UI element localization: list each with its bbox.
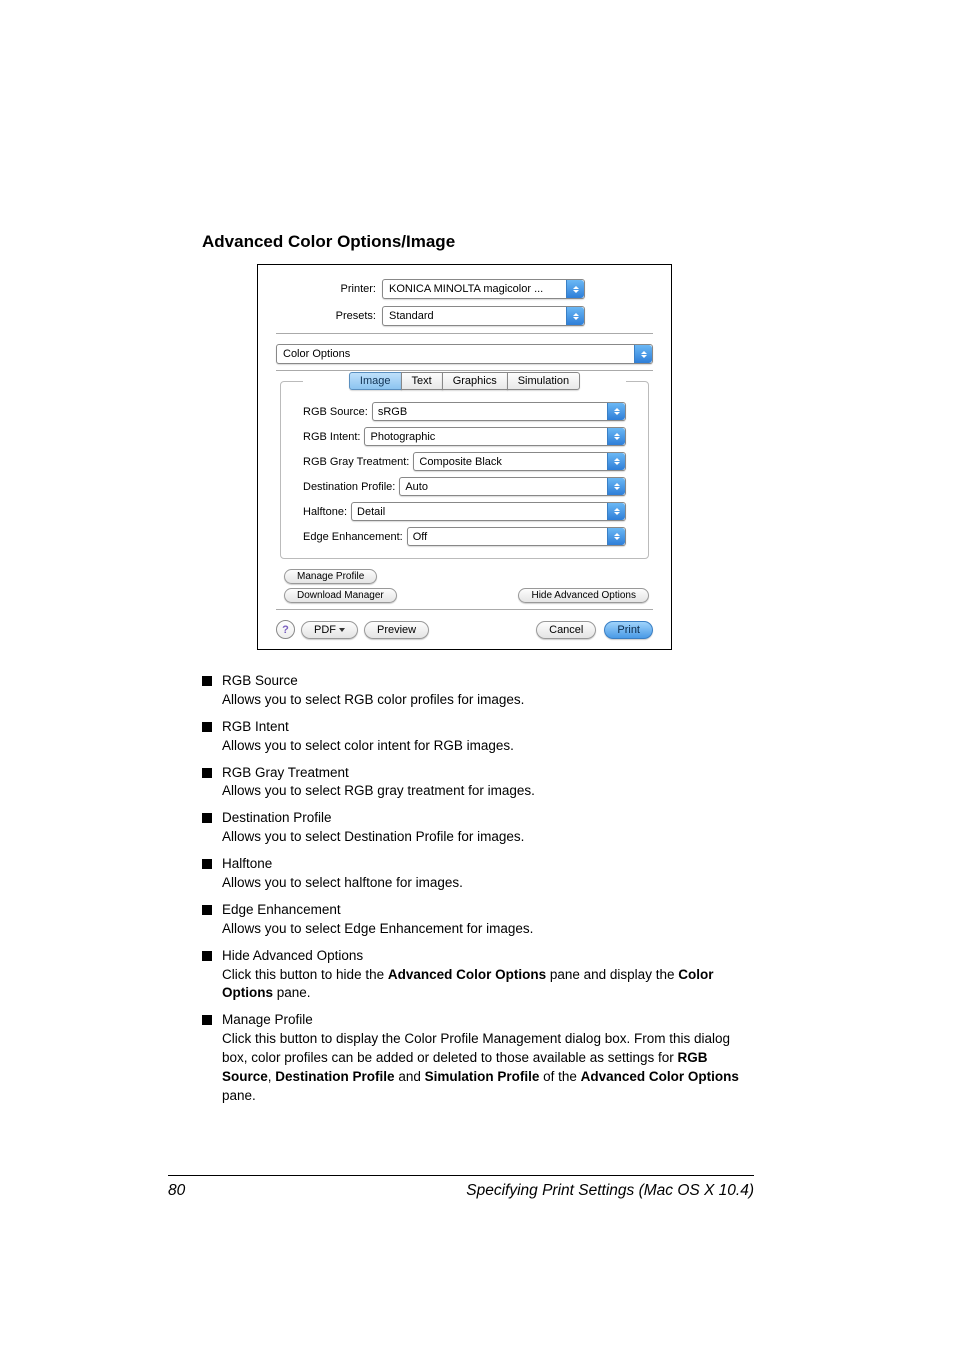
divider — [276, 370, 653, 371]
dropdown-arrows-icon — [607, 503, 625, 520]
list-item: RGB Source Allows you to select RGB colo… — [202, 672, 755, 710]
item-desc: Allows you to select RGB color profiles … — [222, 692, 524, 707]
bullet-icon — [202, 859, 212, 869]
list-item: Hide Advanced Options Click this button … — [202, 947, 755, 1004]
item-title: RGB Source — [222, 672, 755, 691]
list-item: Destination Profile Allows you to select… — [202, 809, 755, 847]
rgb-source-combo[interactable]: sRGB — [372, 402, 626, 421]
presets-value: Standard — [389, 310, 434, 322]
printer-combo[interactable]: KONICA MINOLTA magicolor ... — [382, 279, 585, 299]
color-options-panel: Image Text Graphics Simulation RGB Sourc… — [280, 381, 649, 559]
dropdown-arrows-icon — [607, 453, 625, 470]
dropdown-arrows-icon — [607, 478, 625, 495]
rgb-gray-label: RGB Gray Treatment: — [303, 456, 413, 468]
item-title: Edge Enhancement — [222, 901, 755, 920]
item-desc: Click this button to hide the Advanced C… — [222, 967, 713, 1001]
tab-text[interactable]: Text — [401, 372, 443, 390]
help-button[interactable]: ? — [276, 620, 295, 639]
list-item: Halftone Allows you to select halftone f… — [202, 855, 755, 893]
rgb-intent-combo[interactable]: Photographic — [364, 427, 626, 446]
halftone-combo[interactable]: Detail — [351, 502, 626, 521]
bullet-icon — [202, 768, 212, 778]
page-number: 80 — [168, 1182, 185, 1200]
item-title: RGB Gray Treatment — [222, 764, 755, 783]
bullet-icon — [202, 722, 212, 732]
bullet-icon — [202, 951, 212, 961]
dropdown-arrows-icon — [634, 345, 652, 363]
cancel-button[interactable]: Cancel — [536, 621, 596, 639]
bullet-icon — [202, 676, 212, 686]
page-footer: 80 Specifying Print Settings (Mac OS X 1… — [168, 1175, 754, 1200]
divider — [276, 333, 653, 334]
pdf-menu-button[interactable]: PDF — [301, 621, 358, 639]
section-heading: Advanced Color Options/Image — [202, 232, 755, 252]
panel-combo[interactable]: Color Options — [276, 344, 653, 364]
tab-image[interactable]: Image — [349, 372, 402, 390]
list-item: RGB Gray Treatment Allows you to select … — [202, 764, 755, 802]
bullet-icon — [202, 905, 212, 915]
dest-profile-value: Auto — [405, 481, 428, 493]
divider — [276, 609, 653, 610]
print-dialog: Printer: KONICA MINOLTA magicolor ... Pr… — [257, 264, 672, 650]
presets-label: Presets: — [276, 310, 382, 322]
edge-value: Off — [413, 531, 427, 543]
dropdown-arrows-icon — [566, 280, 584, 298]
edge-label: Edge Enhancement: — [303, 531, 407, 543]
printer-value: KONICA MINOLTA magicolor ... — [389, 283, 543, 295]
printer-label: Printer: — [276, 283, 382, 295]
edge-combo[interactable]: Off — [407, 527, 626, 546]
preview-button[interactable]: Preview — [364, 621, 429, 639]
chevron-down-icon — [339, 628, 345, 632]
rgb-intent-value: Photographic — [370, 431, 435, 443]
item-title: Manage Profile — [222, 1011, 755, 1030]
item-desc: Allows you to select color intent for RG… — [222, 738, 514, 753]
rgb-gray-value: Composite Black — [419, 456, 502, 468]
item-title: Hide Advanced Options — [222, 947, 755, 966]
item-title: Destination Profile — [222, 809, 755, 828]
item-title: Halftone — [222, 855, 755, 874]
dest-profile-label: Destination Profile: — [303, 481, 399, 493]
list-item: Manage Profile Click this button to disp… — [202, 1011, 755, 1105]
print-button[interactable]: Print — [604, 621, 653, 639]
item-desc: Allows you to select Edge Enhancement fo… — [222, 921, 533, 936]
list-item: Edge Enhancement Allows you to select Ed… — [202, 901, 755, 939]
list-item: RGB Intent Allows you to select color in… — [202, 718, 755, 756]
download-manager-button[interactable]: Download Manager — [284, 588, 397, 603]
rgb-gray-combo[interactable]: Composite Black — [413, 452, 626, 471]
dest-profile-combo[interactable]: Auto — [399, 477, 626, 496]
rgb-intent-label: RGB Intent: — [303, 431, 364, 443]
presets-combo[interactable]: Standard — [382, 306, 585, 326]
tab-group: Image Text Graphics Simulation — [303, 372, 626, 390]
dropdown-arrows-icon — [566, 307, 584, 325]
dropdown-arrows-icon — [607, 428, 625, 445]
pdf-label: PDF — [314, 624, 336, 636]
hide-advanced-button[interactable]: Hide Advanced Options — [518, 588, 649, 603]
rgb-source-label: RGB Source: — [303, 406, 372, 418]
item-desc: Allows you to select RGB gray treatment … — [222, 783, 535, 798]
halftone-value: Detail — [357, 506, 385, 518]
bullet-icon — [202, 813, 212, 823]
tab-graphics[interactable]: Graphics — [442, 372, 508, 390]
footer-title: Specifying Print Settings (Mac OS X 10.4… — [466, 1182, 754, 1200]
item-desc: Click this button to display the Color P… — [222, 1031, 739, 1103]
halftone-label: Halftone: — [303, 506, 351, 518]
item-desc: Allows you to select halftone for images… — [222, 875, 463, 890]
manage-profile-button[interactable]: Manage Profile — [284, 569, 377, 584]
panel-value: Color Options — [283, 348, 350, 360]
item-desc: Allows you to select Destination Profile… — [222, 829, 524, 844]
rgb-source-value: sRGB — [378, 406, 407, 418]
description-list: RGB Source Allows you to select RGB colo… — [202, 672, 755, 1106]
bullet-icon — [202, 1015, 212, 1025]
item-title: RGB Intent — [222, 718, 755, 737]
dropdown-arrows-icon — [607, 528, 625, 545]
dropdown-arrows-icon — [607, 403, 625, 420]
tab-simulation[interactable]: Simulation — [507, 372, 580, 390]
